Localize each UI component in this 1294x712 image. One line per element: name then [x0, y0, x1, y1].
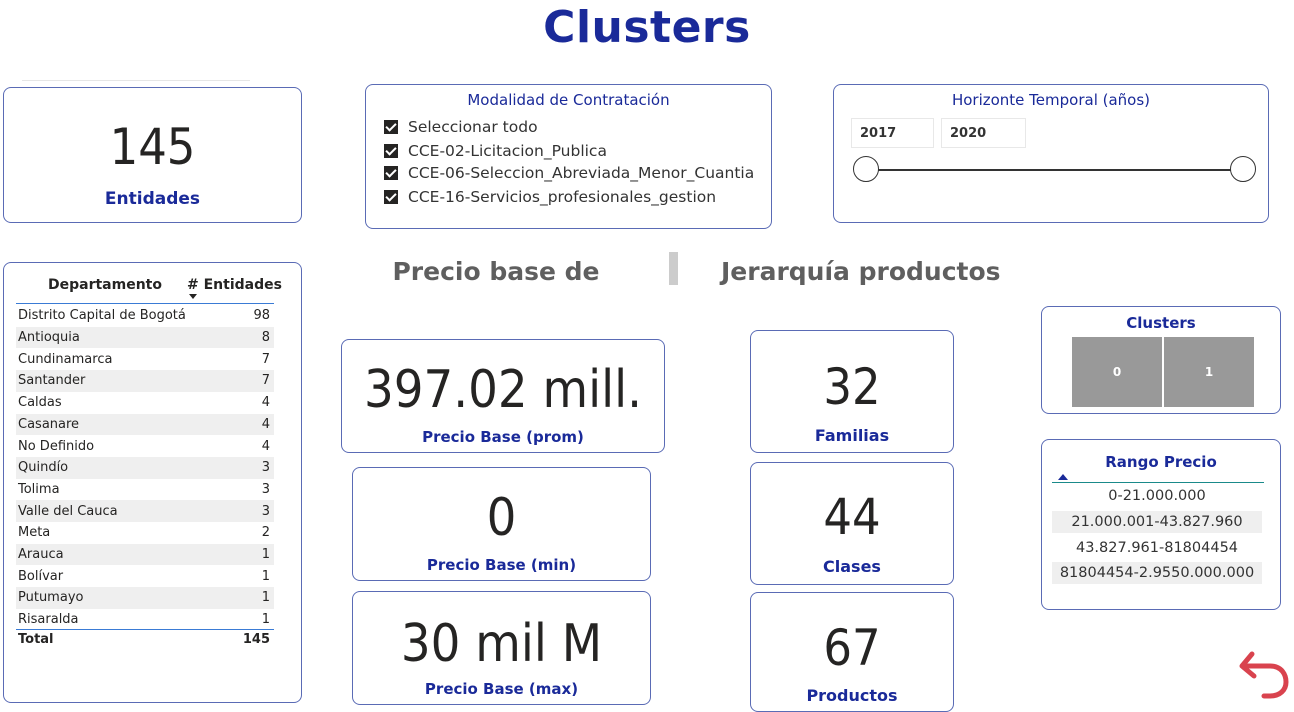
rango-precio-header[interactable]: Rango Precio	[1042, 453, 1280, 471]
table-row: Casanare 4	[16, 413, 274, 436]
section-separator	[669, 252, 678, 285]
table-row: Putumayo 1	[16, 587, 274, 609]
table-row: Tolima 3	[18, 481, 270, 497]
rango-option[interactable]: 81804454-2.9550.000.000	[1052, 562, 1262, 584]
productos-label: Productos	[806, 686, 898, 705]
slicer-option-select-all[interactable]: Seleccionar todo	[384, 116, 538, 138]
slider-track[interactable]	[864, 169, 1244, 171]
clases-card: 44 Clases	[750, 462, 954, 585]
entidades-value: 145	[109, 118, 196, 176]
start-year-input[interactable]: 2017	[851, 118, 934, 148]
modalidad-slicer-title: Modalidad de Contratación	[467, 91, 670, 109]
horizonte-slicer: Horizonte Temporal (años) 2017 2020	[833, 84, 1269, 223]
column-header-entidades[interactable]: # Entidades	[187, 277, 282, 293]
table-row: No Definido 4	[18, 438, 270, 454]
cluster-option-0[interactable]: 0	[1072, 337, 1162, 407]
table-row: Caldas 4	[18, 395, 270, 411]
slicer-option-servicios[interactable]: CCE-16-Servicios_profesionales_gestion	[384, 186, 716, 208]
slider-end-handle[interactable]	[1230, 156, 1256, 182]
clusters-slicer: Clusters 0 1	[1041, 306, 1281, 414]
checkbox-checked-icon[interactable]	[384, 190, 398, 204]
checkbox-checked-icon[interactable]	[384, 120, 398, 134]
familias-value: 32	[823, 358, 881, 416]
precio-min-card: 0 Precio Base (min)	[352, 467, 651, 581]
table-row: Valle del Cauca 3	[16, 500, 274, 522]
departamento-table: Departamento # Entidades Distrito Capita…	[3, 262, 302, 703]
rango-option[interactable]: 43.827.961-81804454	[1052, 537, 1262, 559]
slicer-option-label: CCE-06-Seleccion_Abreviada_Menor_Cuantia	[408, 164, 755, 182]
table-row: Distrito Capital de Bogotá 98	[18, 308, 270, 324]
page-title: Clusters	[543, 2, 751, 53]
slicer-option-label: CCE-16-Servicios_profesionales_gestion	[408, 188, 717, 206]
precio-max-card: 30 mil M Precio Base (max)	[352, 591, 651, 705]
table-row: Meta 2	[18, 525, 270, 541]
slicer-option-licitacion[interactable]: CCE-02-Licitacion_Publica	[384, 140, 607, 162]
sort-down-icon[interactable]	[189, 294, 197, 299]
divider	[22, 80, 250, 81]
table-row: Antioquia 8	[16, 326, 274, 349]
precio-prom-value: 397.02 mill.	[364, 360, 642, 420]
slicer-option-seleccion-abreviada[interactable]: CCE-06-Seleccion_Abreviada_Menor_Cuantia	[384, 162, 754, 184]
checkbox-checked-icon[interactable]	[384, 144, 398, 158]
slider-start-handle[interactable]	[853, 156, 879, 182]
entidades-label: Entidades	[104, 189, 201, 209]
precio-min-label: Precio Base (min)	[426, 556, 577, 574]
precio-prom-card: 397.02 mill. Precio Base (prom)	[341, 339, 665, 453]
checkbox-checked-icon[interactable]	[384, 166, 398, 180]
clases-value: 44	[823, 488, 881, 546]
column-header-departamento[interactable]: Departamento	[48, 277, 162, 293]
header-divider	[16, 303, 274, 304]
familias-label: Familias	[814, 426, 890, 445]
jerarquia-section-heading: Jerarquía productos	[721, 257, 1001, 286]
slicer-option-label: CCE-02-Licitacion_Publica	[408, 142, 607, 160]
precio-max-value: 30 mil M	[400, 614, 603, 674]
cluster-option-1[interactable]: 1	[1164, 337, 1254, 407]
clases-label: Clases	[823, 557, 881, 576]
table-row: Cundinamarca 7	[18, 351, 270, 367]
modalidad-slicer: Modalidad de Contratación Seleccionar to…	[365, 84, 772, 229]
familias-card: 32 Familias	[750, 330, 954, 453]
rango-precio-table: Rango Precio 0-21.000.000 21.000.001-43.…	[1041, 439, 1281, 610]
table-row: Risaralda 1	[18, 612, 270, 628]
undo-arrow-icon[interactable]	[1238, 644, 1292, 702]
sort-up-icon[interactable]	[1058, 474, 1068, 480]
precio-prom-label: Precio Base (prom)	[422, 428, 584, 446]
horizonte-slicer-title: Horizonte Temporal (años)	[951, 91, 1151, 109]
header-divider	[1052, 482, 1264, 483]
table-total-row: Total 145	[18, 632, 270, 648]
end-year-input[interactable]: 2020	[941, 118, 1026, 148]
table-row: Bolívar 1	[18, 568, 270, 584]
productos-card: 67 Productos	[750, 592, 954, 712]
precio-max-label: Precio Base (max)	[424, 680, 579, 698]
precio-min-value: 0	[486, 488, 517, 548]
entidades-card: 145 Entidades	[3, 87, 302, 223]
table-row: Arauca 1	[16, 543, 274, 566]
rango-option[interactable]: 21.000.001-43.827.960	[1052, 511, 1262, 533]
clusters-slicer-title: Clusters	[1126, 314, 1196, 332]
table-row: Quindío 3	[16, 456, 274, 479]
rango-option[interactable]: 0-21.000.000	[1052, 485, 1262, 507]
slicer-option-label: Seleccionar todo	[408, 118, 538, 136]
precio-section-heading: Precio base de	[392, 257, 600, 286]
productos-value: 67	[823, 619, 881, 677]
table-row: Santander 7	[16, 370, 274, 392]
